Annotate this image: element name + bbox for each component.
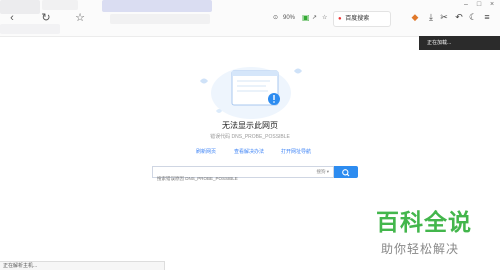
error-search-box[interactable]: 搜狗 ▾ [152,166,334,184]
loading-tooltip: 正在加载... [419,36,500,50]
error-search-input[interactable] [153,173,297,184]
undo-icon[interactable]: ↶ [452,10,466,24]
extension-icon[interactable]: ▣ [302,11,310,25]
open-nav-link[interactable]: 打开网址导航 [281,148,311,155]
refresh-icon[interactable]: ↻ [40,12,52,24]
shield-icon[interactable]: ⊙ [273,11,278,25]
maximize-icon[interactable]: □ [472,0,486,10]
zoom-label[interactable]: 90% [283,11,295,25]
toolbar-search-box[interactable]: ● 百度搜索 [333,11,391,27]
download-icon[interactable]: ⤓ [424,10,438,24]
watermark-title: 百科全说 [376,209,472,235]
game-controller-icon[interactable]: ◆ [408,10,422,24]
error-code: 错误代码 DNS_PROBE_POSSIBLE [210,134,290,140]
browser-toolbar: ‹ ↻ ☆ ⊙ 90% ▣ ↗ ☆ ● 百度搜索 ◆ ⤓ ✂ ↶ ☾ ≡ – □… [0,0,500,37]
minimize-icon[interactable]: – [459,0,473,10]
search-button[interactable] [334,166,358,178]
error-illustration [200,67,302,119]
back-icon[interactable]: ‹ [6,12,18,24]
search-icon [342,169,350,177]
search-engine-select[interactable]: 搜狗 ▾ [316,167,329,177]
cut-icon[interactable]: ✂ [437,10,451,24]
view-solution-link[interactable]: 查看解决办法 [234,148,264,155]
close-icon[interactable]: × [485,0,499,10]
night-mode-icon[interactable]: ☾ [466,10,480,24]
watermark-subtitle: 助你轻松解决 [381,242,460,256]
status-bar: 正在解析主机... [0,261,165,270]
menu-icon[interactable]: ≡ [480,10,494,24]
share-icon[interactable]: ↗ [312,11,317,25]
bookmark-icon[interactable]: ☆ [322,11,327,25]
search-engine-logo-icon: ● [338,16,342,22]
blurred-tab-strip [0,0,215,36]
refresh-page-link[interactable]: 刷新网页 [196,148,216,155]
error-title: 无法显示此网页 [222,121,278,130]
favorite-star-icon[interactable]: ☆ [74,12,86,24]
search-engine-label: 百度搜索 [345,16,370,22]
